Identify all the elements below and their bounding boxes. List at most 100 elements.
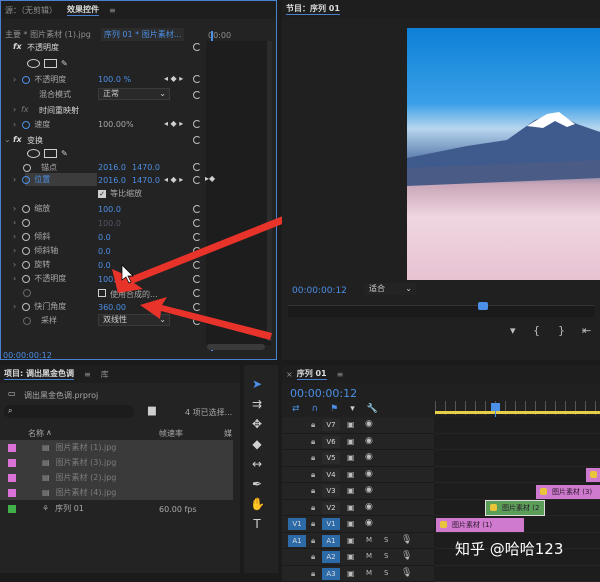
expand-transform-icon[interactable]: ⌄	[4, 135, 11, 144]
fit-dropdown[interactable]: 适合⌄	[364, 283, 416, 295]
pen-mask-icon[interactable]: ✎	[61, 59, 68, 68]
tab-source[interactable]: 源：（无剪辑）	[5, 5, 57, 16]
track-target-label[interactable]: V6	[322, 436, 340, 448]
stopwatch-icon[interactable]	[23, 317, 31, 325]
pen-tool-icon[interactable]: ✒	[250, 477, 264, 491]
sync-lock-icon[interactable]: ▣	[347, 519, 355, 528]
list-item[interactable]: ▤ 图片素材 (1).jpg	[0, 440, 233, 455]
master-clip-label[interactable]: 主要 * 图片素材 (1).jpg	[5, 29, 91, 40]
ellipse-mask-icon[interactable]	[27, 149, 40, 158]
track-lane[interactable]	[434, 434, 600, 451]
opacity-value[interactable]: 100.0 %	[98, 75, 131, 84]
reset-icon[interactable]	[193, 136, 201, 144]
blend-mode-dropdown[interactable]: 正常⌄	[98, 88, 170, 100]
reset-icon[interactable]	[193, 176, 201, 184]
sync-lock-icon[interactable]: ▣	[347, 569, 355, 578]
rotation-value[interactable]: 0.0	[98, 261, 111, 270]
sync-lock-icon[interactable]: ▣	[347, 437, 355, 446]
lock-icon[interactable]: 🔒︎	[311, 536, 315, 546]
stopwatch-icon[interactable]	[22, 261, 30, 269]
composition-checkbox[interactable]	[98, 289, 106, 297]
tab-effect-controls[interactable]: 效果控件	[67, 4, 99, 16]
skew-value[interactable]: 0.0	[98, 233, 111, 242]
lock-icon[interactable]: 🔒︎	[311, 453, 315, 463]
scale-value[interactable]: 100.0	[98, 205, 121, 214]
track-target-label[interactable]: A3	[322, 568, 340, 580]
position-x-value[interactable]: 2016.0	[98, 176, 126, 185]
microphone-icon[interactable]: 🎙︎	[401, 551, 412, 561]
reset-icon[interactable]	[193, 233, 201, 241]
panel-menu-icon[interactable]: ≡	[337, 370, 344, 379]
source-patch-video[interactable]: V1	[288, 518, 306, 530]
stopwatch-icon[interactable]	[22, 176, 30, 184]
timeline-clip[interactable]: 图片素材 (1)	[436, 518, 524, 532]
preview-image[interactable]	[407, 28, 600, 280]
tab-project[interactable]: 项目: 调出黑金色调	[4, 368, 74, 380]
lock-icon[interactable]: 🔒︎	[311, 552, 315, 562]
playhead-handle[interactable]	[491, 403, 500, 411]
reset-icon[interactable]	[193, 43, 201, 51]
track-target-label[interactable]: V5	[322, 452, 340, 464]
timeline-clip[interactable]: 图片素材 (4	[586, 468, 600, 482]
stopwatch-icon[interactable]	[22, 303, 30, 311]
solo-button[interactable]: S	[384, 552, 388, 560]
go-to-in-icon[interactable]: ⇤	[582, 324, 591, 337]
expand-time-remap-icon[interactable]: ›	[13, 105, 16, 114]
snap-icon[interactable]: ∩	[312, 404, 319, 414]
track-lane[interactable]	[434, 566, 600, 582]
stopwatch-icon[interactable]	[22, 76, 30, 84]
anchor-x-value[interactable]: 2016.0	[98, 163, 126, 172]
track-target-label[interactable]: V1	[322, 518, 340, 530]
mute-button[interactable]: M	[366, 536, 372, 544]
lock-icon[interactable]: 🔒︎	[311, 503, 315, 513]
track-lane[interactable]	[434, 417, 600, 434]
sync-lock-icon[interactable]: ▣	[347, 453, 355, 462]
stopwatch-icon[interactable]	[22, 205, 30, 213]
track-target-label[interactable]: V2	[322, 502, 340, 514]
anchor-y-value[interactable]: 1470.0	[132, 163, 160, 172]
list-item[interactable]: ▤ 图片素材 (2).jpg	[0, 470, 233, 485]
track-target-label[interactable]: V3	[322, 485, 340, 497]
track-lane[interactable]	[434, 450, 600, 467]
eye-icon[interactable]: ◉	[365, 436, 373, 446]
eye-icon[interactable]: ◉	[365, 502, 373, 512]
timeline-clip[interactable]: 图片素材 (3)	[536, 485, 600, 499]
lock-icon[interactable]: 🔒︎	[311, 437, 315, 447]
sync-lock-icon[interactable]: ▣	[347, 552, 355, 561]
speed-value[interactable]: 100.00%	[98, 120, 134, 129]
program-scrubber[interactable]	[288, 305, 594, 317]
list-item[interactable]: ▤ 图片素材 (3).jpg	[0, 455, 233, 470]
keyframe-diamond-icon[interactable]: ▸◆	[205, 174, 215, 183]
reset-icon[interactable]	[193, 120, 201, 128]
eye-icon[interactable]: ◉	[365, 518, 373, 528]
new-bin-icon[interactable]: ▆	[148, 405, 156, 416]
skew-axis-value[interactable]: 0.0	[98, 247, 111, 256]
tab-libraries[interactable]: 库	[101, 369, 109, 380]
eye-icon[interactable]: ◉	[365, 469, 373, 479]
tab-program[interactable]: 节目：序列 01	[286, 3, 340, 15]
effects-scrollbar[interactable]	[267, 41, 272, 341]
stopwatch-icon[interactable]	[23, 289, 31, 297]
program-playhead[interactable]	[478, 302, 488, 310]
ripple-edit-tool-icon[interactable]: ✥	[250, 417, 264, 431]
reset-icon[interactable]	[193, 205, 201, 213]
tab-sequence[interactable]: 序列 01	[297, 368, 327, 380]
keyframe-nav-icon[interactable]: ◂ ◆ ▸	[164, 74, 183, 83]
timeline-clip[interactable]: 图片素材 (2	[486, 501, 544, 515]
timeline-timecode[interactable]: 00:00:00:12	[290, 387, 357, 400]
keyframe-nav-icon[interactable]: ◂ ◆ ▸	[164, 119, 183, 128]
sync-lock-icon[interactable]: ▣	[347, 420, 355, 429]
track-target-label[interactable]: V4	[322, 469, 340, 481]
slip-tool-icon[interactable]: ↔	[250, 457, 264, 471]
uniform-scale-checkbox[interactable]: ✓	[98, 190, 106, 198]
eye-icon[interactable]: ◉	[365, 419, 373, 429]
lock-icon[interactable]: 🔒︎	[311, 486, 315, 496]
reset-icon[interactable]	[193, 247, 201, 255]
list-item[interactable]: ▤ 图片素材 (4).jpg	[0, 485, 233, 500]
reset-icon[interactable]	[193, 317, 201, 325]
reset-icon[interactable]	[193, 275, 201, 283]
stopwatch-icon[interactable]	[22, 233, 30, 241]
lock-icon[interactable]: 🔒︎	[311, 519, 315, 529]
selection-tool-icon[interactable]: ➤	[250, 377, 264, 391]
reset-icon[interactable]	[193, 303, 201, 311]
